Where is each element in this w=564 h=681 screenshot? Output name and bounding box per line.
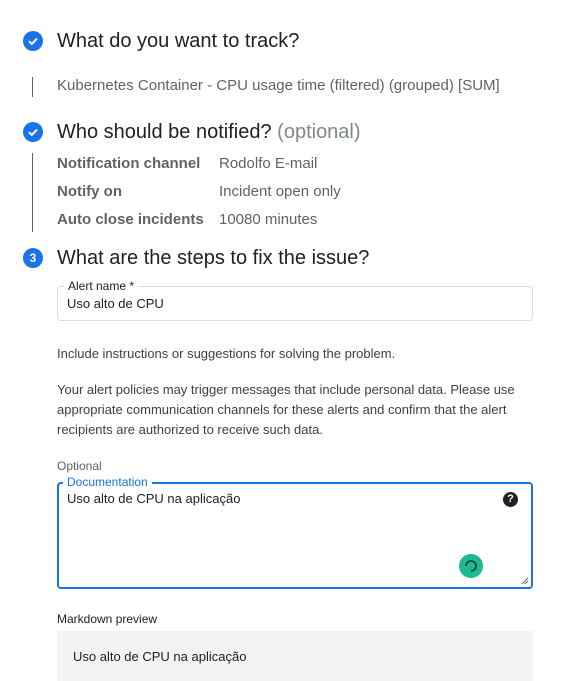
instructions-text: Include instructions or suggestions for … [57,346,396,361]
step-title-track[interactable]: What do you want to track? [57,30,299,53]
check-icon [28,37,38,46]
markdown-preview-label: Markdown preview [57,612,158,626]
step-complete-check-icon [23,122,43,142]
kv-key: Auto close incidents [57,211,204,228]
optional-label: Optional [57,459,102,473]
markdown-preview-content: Uso alto de CPU na aplicação [73,649,247,664]
step-complete-check-icon [23,31,43,51]
check-icon [28,128,38,137]
help-icon[interactable]: ? [503,492,518,507]
resize-handle-icon[interactable] [521,577,529,585]
spinner-arc-icon [465,560,477,572]
kv-value: Rodolfo E-mail [219,155,318,172]
step-title-notify[interactable]: Who should be notified? (optional) [57,121,361,144]
alert-name-field[interactable]: Alert name * Uso alto de CPU [57,278,533,321]
step-rail [32,153,33,232]
documentation-label: Documentation [63,474,152,490]
alert-name-input[interactable]: Uso alto de CPU [67,296,164,311]
alert-name-label: Alert name * [64,278,139,294]
step-number: 3 [29,251,37,265]
documentation-textarea[interactable]: Documentation Uso alto de CPU na aplicaç… [57,474,533,589]
step-rail [32,77,33,97]
kv-value: Incident open only [219,183,341,200]
kv-key: Notify on [57,183,122,200]
step-title-fix[interactable]: What are the steps to fix the issue? [57,247,369,270]
spinner-icon [459,554,483,578]
kv-value: 10080 minutes [219,211,318,228]
documentation-input[interactable]: Uso alto de CPU na aplicação [67,491,240,506]
step-number-badge: 3 [23,248,43,268]
track-summary: Kubernetes Container - CPU usage time (f… [57,77,500,94]
step-title-notify-text: Who should be notified? [57,121,272,143]
optional-tag: (optional) [277,121,361,143]
kv-key: Notification channel [57,155,201,172]
privacy-notice: Your alert policies may trigger messages… [57,382,515,437]
markdown-preview-box: Uso alto de CPU na aplicação [57,631,533,681]
